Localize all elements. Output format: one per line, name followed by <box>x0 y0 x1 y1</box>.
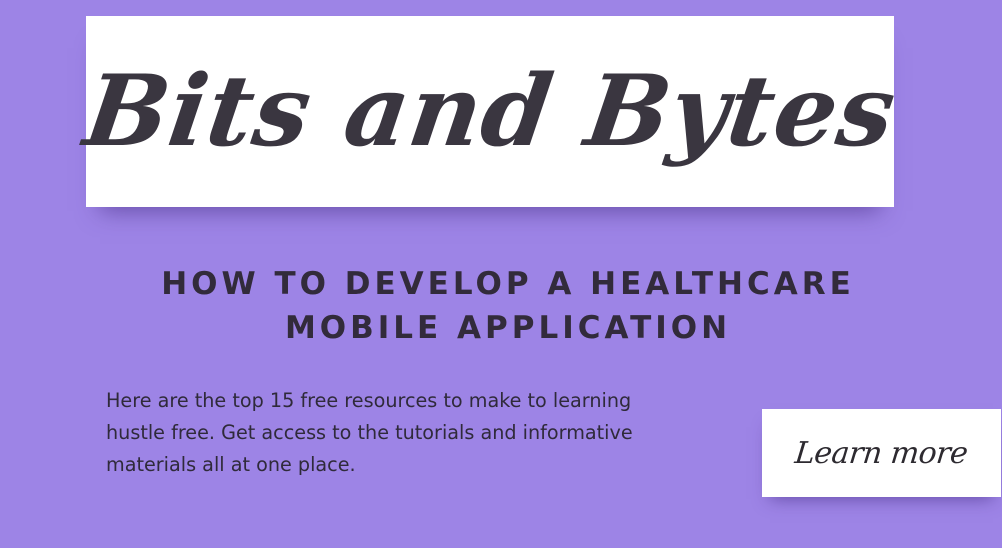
learn-more-label: Learn more <box>793 435 970 471</box>
description-line-1: Here are the top 15 free resources to ma… <box>106 389 632 412</box>
learn-more-button[interactable]: Learn more <box>762 409 1001 497</box>
title-banner: Bits and Bytes <box>78 16 902 207</box>
description-text: Here are the top 15 free resources to ma… <box>106 385 716 481</box>
description-line-3: materials all at one place. <box>106 453 356 476</box>
headline-line-1: How to develop a Healthcare <box>161 266 855 302</box>
headline: How to develop a Healthcare Mobile Appli… <box>120 262 896 350</box>
page-title: Bits and Bytes <box>77 53 903 169</box>
description-line-2: hustle free. Get access to the tutorials… <box>106 421 633 444</box>
headline-line-2: Mobile Application <box>284 310 732 346</box>
